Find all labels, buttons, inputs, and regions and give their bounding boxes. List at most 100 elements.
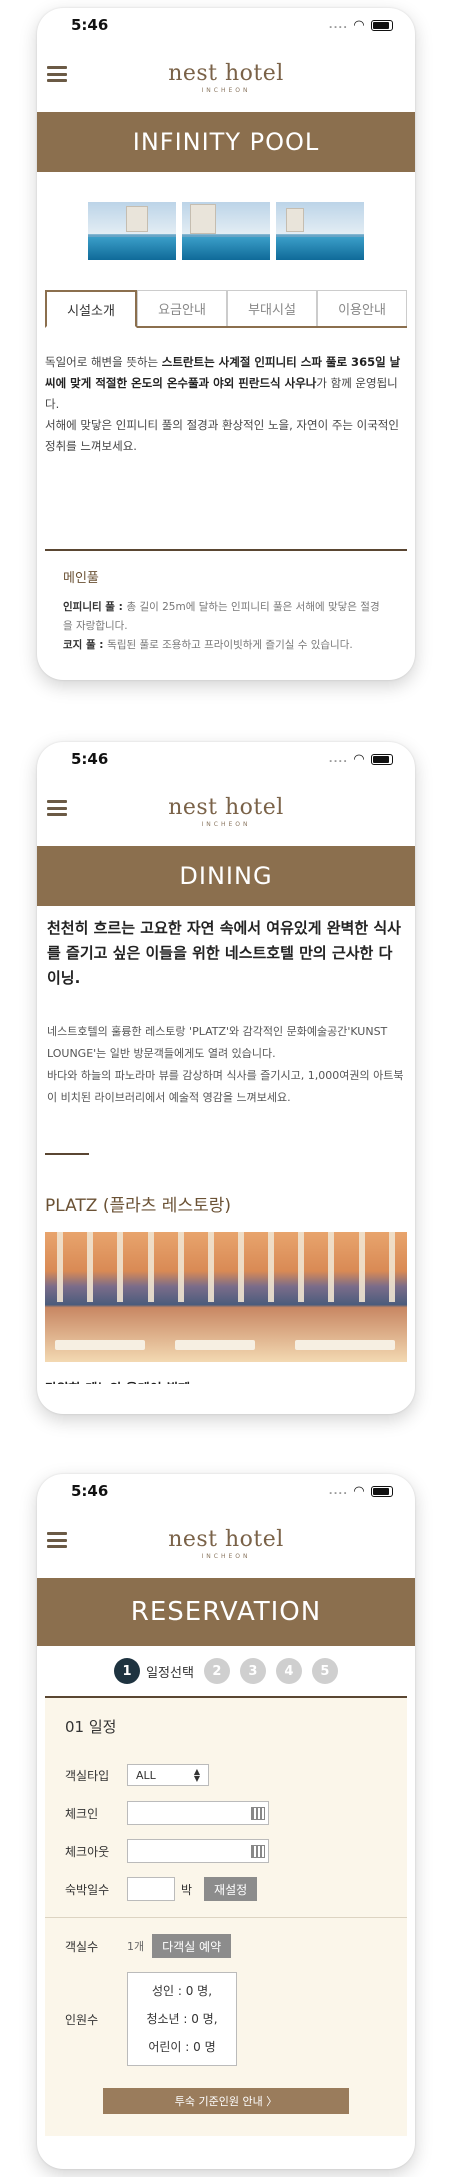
step-indicator: 1 일정선택 2 3 4 5 [37,1646,415,1696]
room-type-row: 객실타입 ALL ▲ ▼ [65,1763,387,1787]
battery-icon [371,19,393,31]
room-type-label: 객실타입 [65,1768,110,1783]
dining-description: 네스트호텔의 훌륭한 레스토랑 'PLATZ'와 감각적인 문화예술공간'KUN… [37,991,415,1109]
step-5[interactable]: 5 [311,1658,338,1684]
gallery-thumbnail[interactable] [182,202,270,260]
rooms-label: 객실수 [65,1939,99,1954]
main-pool-title: 메인풀 [63,571,99,586]
gallery-thumbnail[interactable] [276,202,364,260]
page-title-banner: DINING [37,846,415,906]
checkout-input[interactable] [127,1839,269,1863]
adult-count: 성인 : 0 명, [151,1984,213,1998]
description-paragraph: 서해에 맞닿은 인피니티 풀의 절경과 환상적인 노을, 자연이 주는 이국적인… [45,418,399,453]
signal-icon: .... [328,753,348,765]
status-time: 5:46 [71,16,109,34]
phone-screen-pool: 5:46 .... ◠ nest hotel INCHEON INFINITY … [37,8,415,680]
description-paragraph: 바다와 하늘의 파노라마 뷰를 감상하며 식사를 즐기시고, 1,000여권의 … [47,1069,404,1104]
app-header: nest hotel INCHEON [37,42,415,112]
menu-icon[interactable] [47,800,67,816]
description-paragraph: 네스트호텔의 훌륭한 레스토랑 'PLATZ'와 감각적인 문화예술공간'KUN… [47,1025,388,1060]
nights-unit: 박 [181,1882,193,1897]
checkout-row: 체크아웃 [65,1839,387,1863]
guests-label: 인원수 [65,2012,99,2027]
multi-room-button[interactable]: 다객실 예약 [152,1934,232,1958]
dining-headline: 천천히 흐르는 고요한 자연 속에서 여유있게 완벽한 식사를 즐기고 싶은 이… [47,919,401,987]
battery-icon [371,1485,393,1497]
pool-item-infinity: 인피니티 풀 : 총 길이 25m에 달하는 인피니티 풀은 서해에 맞닿은 절… [63,601,380,632]
hotel-logo[interactable]: nest hotel INCHEON [168,795,284,828]
status-bar: 5:46 .... ◠ [37,8,415,42]
wifi-icon: ◠ [354,17,365,33]
wifi-icon: ◠ [354,1483,365,1499]
pool-item-cozy: 코지 풀 : 독립된 풀로 조용하고 프라이빗하게 즐기실 수 있습니다. [63,639,353,651]
step-2[interactable]: 2 [203,1658,230,1684]
room-type-select[interactable]: ALL ▲ ▼ [127,1764,209,1786]
page-title-banner: INFINITY POOL [37,112,415,172]
battery-icon [371,753,393,765]
signal-icon: .... [328,1485,348,1497]
pool-description: 독일어로 해변을 뜻하는 스트란트는 사계절 인피니티 스파 풀로 365일 날… [37,328,415,457]
phone-screen-reservation: 5:46 .... ◠ nest hotel INCHEON RESERVATI… [37,1474,415,2169]
buffet-heading: 다양한 메뉴의 올데이 뷔페 [37,1362,415,1384]
checkin-row: 체크인 [65,1801,387,1825]
tab-amenities[interactable]: 부대시설 [227,290,317,326]
description-paragraph: 독일어로 해변을 뜻하는 스트란트는 사계절 인피니티 스파 풀로 365일 날… [45,355,401,411]
nights-input[interactable] [127,1877,175,1901]
room-type-value: ALL [136,1768,156,1782]
step-1[interactable]: 1 [114,1658,141,1684]
wifi-icon: ◠ [354,751,365,767]
photo-gallery [37,202,415,260]
teen-count: 청소년 : 0 명, [146,2012,218,2026]
app-header: nest hotel INCHEON [37,776,415,846]
logo-sub-text: INCHEON [201,1552,251,1560]
schedule-panel: 01 일정 객실타입 ALL ▲ ▼ 체크인 체크아웃 숙박일수 박 재설정 객… [45,1696,407,2136]
status-icons: .... ◠ [329,752,393,767]
status-time: 5:46 [71,750,109,768]
logo-main-text: nest hotel [168,60,284,86]
tab-pricing[interactable]: 요금안내 [137,290,227,326]
tab-facility-intro[interactable]: 시설소개 [45,290,137,328]
logo-sub-text: INCHEON [201,86,251,94]
occupancy-guide-button[interactable]: 투숙 기준인원 안내 〉 [103,2088,349,2114]
status-icons: .... ◠ [329,1484,393,1499]
status-bar: 5:46 .... ◠ [37,742,415,776]
restaurant-title: PLATZ (플라츠 레스토랑) [45,1196,232,1216]
menu-icon[interactable] [47,66,67,82]
menu-icon[interactable] [47,1532,67,1548]
tab-usage-guide[interactable]: 이용안내 [317,290,407,326]
checkin-label: 체크인 [65,1806,99,1821]
page-title-banner: RESERVATION [37,1578,415,1646]
calendar-icon[interactable] [251,1844,265,1858]
step-3[interactable]: 3 [239,1658,266,1684]
nights-row: 숙박일수 박 재설정 [65,1877,387,1901]
guests-row: 인원수 성인 : 0 명, 청소년 : 0 명, 어린이 : 0 명 [65,1972,387,2066]
status-icons: .... ◠ [329,18,393,33]
gallery-thumbnail[interactable] [88,202,176,260]
app-header: nest hotel INCHEON [37,1508,415,1578]
step-4[interactable]: 4 [275,1658,302,1684]
status-time: 5:46 [71,1482,109,1500]
calendar-icon[interactable] [251,1806,265,1820]
signal-icon: .... [328,19,348,31]
main-pool-section: 메인풀 인피니티 풀 : 총 길이 25m에 달하는 인피니티 풀은 서해에 맞… [37,551,415,655]
logo-sub-text: INCHEON [201,820,251,828]
guest-count-selector[interactable]: 성인 : 0 명, 청소년 : 0 명, 어린이 : 0 명 [127,1972,237,2066]
child-count: 어린이 : 0 명 [148,2040,216,2054]
phone-screen-dining: 5:46 .... ◠ nest hotel INCHEON DINING 천천… [37,742,415,1414]
rooms-row: 객실수 1개 다객실 예약 [65,1934,387,1958]
status-bar: 5:46 .... ◠ [37,1474,415,1508]
restaurant-photo [45,1232,407,1362]
select-arrows-icon: ▲ ▼ [193,1767,200,1783]
rooms-value: 1개 [127,1940,145,1953]
nights-label: 숙박일수 [65,1882,110,1897]
logo-main-text: nest hotel [168,794,284,820]
checkin-input[interactable] [127,1801,269,1825]
hotel-logo[interactable]: nest hotel INCHEON [168,61,284,94]
schedule-title: 01 일정 [65,1718,117,1736]
active-step-label: 일정선택 [146,1665,194,1681]
facility-tabs: 시설소개 요금안내 부대시설 이용안내 [45,290,407,328]
reset-button[interactable]: 재설정 [204,1877,258,1901]
checkout-label: 체크아웃 [65,1844,110,1859]
hotel-logo[interactable]: nest hotel INCHEON [168,1527,284,1560]
logo-main-text: nest hotel [168,1526,284,1552]
